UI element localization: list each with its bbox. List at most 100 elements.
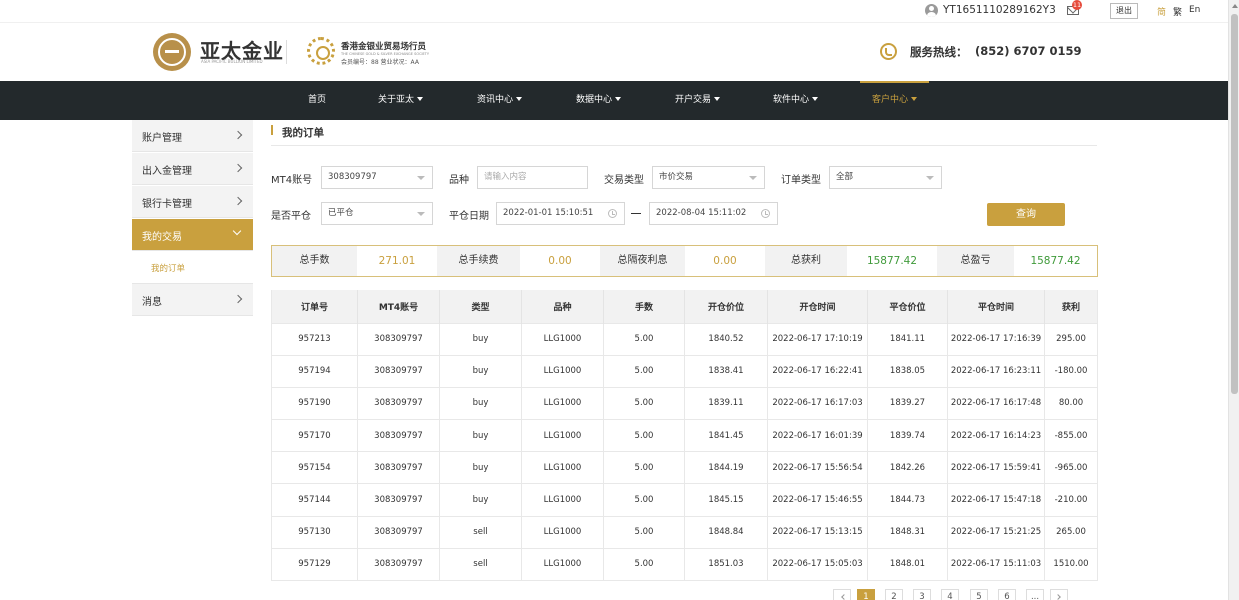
date-from-input[interactable]: 2022-01-01 15:10:51 <box>496 202 625 225</box>
table-cell: 2022-06-17 16:01:39 <box>767 419 868 452</box>
page-button[interactable]: 2 <box>885 589 903 600</box>
sidebar-item-deposit-withdraw[interactable]: 出入金管理 <box>132 153 253 185</box>
orders-table: 订单号 MT4账号 类型 品种 手数 开仓价位 开仓时间 平仓价位 平仓时间 获利 957213 3… <box>271 290 1098 581</box>
sidebar-item-label: 我的交易 <box>142 232 182 243</box>
logout-button[interactable]: 退出 <box>1110 3 1138 19</box>
cgse-member-info: 会员编号：88 营业状况：AA <box>341 59 419 66</box>
page-title: 我的订单 <box>282 127 324 139</box>
page-button[interactable]: 4 <box>941 589 959 600</box>
nav-item-account-open[interactable]: 开户交易 <box>675 81 721 120</box>
chevron-left-icon <box>841 594 847 600</box>
scrollbar-thumb[interactable] <box>1231 14 1238 394</box>
total-pnl-value: 15877.42 <box>1030 255 1081 267</box>
date-range-dash <box>631 213 641 214</box>
nav-item-about[interactable]: 关于亚太 <box>378 81 424 120</box>
lang-english-link[interactable]: En <box>1189 5 1200 15</box>
symbol-label: 品种 <box>449 175 469 186</box>
table-cell: 308309797 <box>357 386 440 420</box>
table-cell: 2022-06-17 17:10:19 <box>767 322 868 356</box>
table-cell: 1848.31 <box>867 515 948 549</box>
table-cell: 2022-06-17 15:13:15 <box>767 515 868 549</box>
summary-strip: 总手数 271.01 总手续费 0.00 总隔夜利息 0.00 总获利 1587… <box>271 245 1098 277</box>
table-cell: -855.00 <box>1044 419 1098 452</box>
page-button[interactable]: 6 <box>998 589 1016 600</box>
table-cell: 1839.11 <box>684 386 768 420</box>
table-cell: 2022-06-17 16:17:48 <box>947 386 1045 420</box>
table-cell: 1841.11 <box>867 322 948 356</box>
brand-logo-icon[interactable] <box>153 33 191 71</box>
table-cell: buy <box>439 419 522 452</box>
query-button[interactable]: 查询 <box>987 203 1065 226</box>
hotline-number: (852) 6707 0159 <box>975 44 1082 58</box>
date-to-value: 2022-08-04 15:11:02 <box>656 208 747 218</box>
table-cell: 295.00 <box>1044 322 1098 356</box>
nav-item-news[interactable]: 资讯中心 <box>477 81 523 120</box>
column-header: MT4账号 <box>357 290 440 323</box>
hotline-label: 服务热线： <box>910 45 968 59</box>
header-divider <box>286 40 287 64</box>
chevron-down-icon <box>926 176 934 180</box>
closed-status-label: 是否平仓 <box>271 211 311 222</box>
table-cell: 957129 <box>271 547 358 581</box>
table-cell: 308309797 <box>357 547 440 581</box>
prev-page-button[interactable] <box>833 589 851 600</box>
user-id[interactable]: YT1651110289162Y3 <box>943 4 1056 16</box>
column-header: 平仓时间 <box>947 290 1045 323</box>
page-button[interactable]: 1 <box>857 589 875 600</box>
sidebar-item-label: 银行卡管理 <box>142 199 192 210</box>
symbol-input[interactable]: 请输入内容 <box>477 166 588 189</box>
total-profit-value: 15877.42 <box>866 255 918 267</box>
sidebar-item-messages[interactable]: 消息 <box>132 284 253 316</box>
table-cell: 1838.05 <box>867 354 948 388</box>
table-header-row: 订单号 MT4账号 类型 品种 手数 开仓价位 开仓时间 平仓价位 平仓时间 获利 <box>271 290 1098 323</box>
closed-status-select[interactable]: 已平仓 <box>321 202 433 225</box>
nav-item-label: 关于亚太 <box>378 95 415 105</box>
sidebar-item-bank-card[interactable]: 银行卡管理 <box>132 186 253 218</box>
table-cell: 308309797 <box>357 354 440 388</box>
order-type-select[interactable]: 全部 <box>829 166 942 189</box>
table-cell: 2022-06-17 16:17:03 <box>767 386 868 420</box>
closed-status-value: 已平仓 <box>328 208 354 218</box>
chevron-right-icon <box>233 163 243 173</box>
mt4-account-label: MT4账号 <box>271 175 313 186</box>
column-header: 类型 <box>439 290 522 323</box>
cgse-title: 香港金银业贸易场行员 <box>341 42 427 52</box>
table-cell: 2022-06-17 17:16:39 <box>947 322 1045 356</box>
sidebar-item-label: 账户管理 <box>142 133 182 144</box>
pagination-ellipsis[interactable]: ... <box>1026 589 1044 600</box>
nav-item-home[interactable]: 首页 <box>308 81 326 120</box>
table-cell: 5.00 <box>603 547 685 581</box>
column-header: 获利 <box>1044 290 1098 323</box>
table-cell: -180.00 <box>1044 354 1098 388</box>
sidebar-subitem-my-orders[interactable]: 我的订单 <box>132 251 253 284</box>
nav-item-customer-center[interactable]: 客户中心 <box>859 81 930 120</box>
lang-traditional-link[interactable]: 繁 <box>1173 5 1182 18</box>
chevron-right-icon <box>233 130 243 140</box>
column-header: 手数 <box>603 290 685 323</box>
sidebar-item-account[interactable]: 账户管理 <box>132 120 253 152</box>
page: YT1651110289162Y3 11 退出 简 繁 En 亚太金业 ASIA… <box>0 0 1239 600</box>
scroll-up-arrow-icon[interactable] <box>1232 4 1238 8</box>
trade-type-select[interactable]: 市价交易 <box>652 166 765 189</box>
sidebar-item-my-trades[interactable]: 我的交易 <box>132 219 253 251</box>
clock-icon <box>608 209 617 218</box>
chevron-down-icon <box>516 97 523 101</box>
page-button[interactable]: 3 <box>913 589 931 600</box>
table-cell: 2022-06-17 15:11:03 <box>947 547 1045 581</box>
date-to-input[interactable]: 2022-08-04 15:11:02 <box>649 202 778 225</box>
chevron-down-icon <box>232 226 242 236</box>
mt4-account-select[interactable]: 308309797 <box>321 166 433 189</box>
table-cell: 5.00 <box>603 515 685 549</box>
page-button[interactable]: 5 <box>970 589 988 600</box>
nav-item-data[interactable]: 数据中心 <box>576 81 622 120</box>
next-page-button[interactable] <box>1050 589 1068 600</box>
table-row: 957213 308309797 buy LLG1000 5.00 1840.52 2022… <box>271 322 1098 356</box>
nav-item-label: 开户交易 <box>675 95 712 105</box>
table-row: 957190 308309797 buy LLG1000 5.00 1839.11 2022… <box>271 386 1098 420</box>
date-from-value: 2022-01-01 15:10:51 <box>503 208 594 218</box>
lang-simplified-link[interactable]: 简 <box>1157 5 1166 18</box>
page-scrollbar[interactable] <box>1228 0 1239 600</box>
mt4-account-value: 308309797 <box>328 172 377 182</box>
nav-item-software[interactable]: 软件中心 <box>773 81 819 120</box>
table-cell: LLG1000 <box>521 483 604 517</box>
